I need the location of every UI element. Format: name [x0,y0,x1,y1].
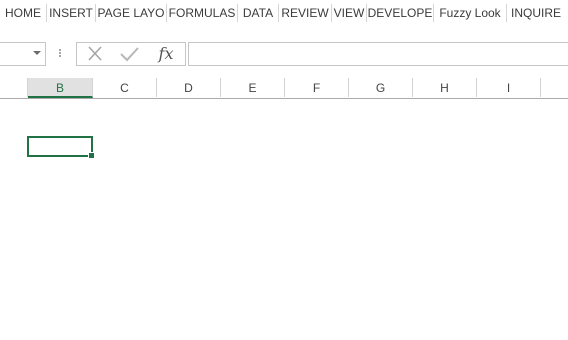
tab-formulas[interactable]: FORMULAS [167,0,237,26]
tab-fuzzy-lookup[interactable]: Fuzzy Look [434,0,506,26]
formula-buttons: fx [76,42,186,66]
worksheet-grid[interactable] [0,99,568,340]
column-header-c[interactable]: C [93,78,157,97]
tab-inquire[interactable]: INQUIRE [507,0,565,26]
column-header-a-partial[interactable] [0,78,28,97]
column-header-f[interactable]: F [285,78,349,97]
formula-bar: fx [0,40,568,68]
tab-data[interactable]: DATA [238,0,278,26]
column-header-h[interactable]: H [413,78,477,97]
function-label: fx [158,44,174,63]
tab-insert[interactable]: INSERT [47,0,95,26]
tab-review[interactable]: REVIEW [279,0,331,26]
formula-input[interactable] [188,42,568,66]
column-header-i[interactable]: I [477,78,541,97]
cancel-svg [88,46,102,61]
tab-view[interactable]: VIEW [332,0,366,26]
column-header-e[interactable]: E [221,78,285,97]
column-headers: B C D E F G H I [0,78,568,99]
column-header-d[interactable]: D [157,78,221,97]
enter-svg [120,47,139,62]
active-cell[interactable] [27,136,95,159]
column-header-b[interactable]: B [28,78,93,98]
grip-dots-svg [59,49,61,57]
insert-function-icon[interactable]: fx [151,43,181,65]
chevron-down-icon[interactable] [33,51,41,55]
ribbon-tabs: HOME INSERT PAGE LAYO FORMULAS DATA REVI… [0,0,568,26]
column-header-j-partial[interactable] [541,78,568,97]
fill-handle[interactable] [88,152,95,159]
check-icon[interactable] [114,43,144,65]
column-header-g[interactable]: G [349,78,413,97]
name-box[interactable] [0,42,46,66]
tab-home[interactable]: HOME [0,0,46,26]
x-icon[interactable] [80,43,110,65]
grip-dots-icon[interactable] [58,46,62,60]
tab-developer[interactable]: DEVELOPE [367,0,433,26]
tab-page-layout[interactable]: PAGE LAYO [96,0,166,26]
